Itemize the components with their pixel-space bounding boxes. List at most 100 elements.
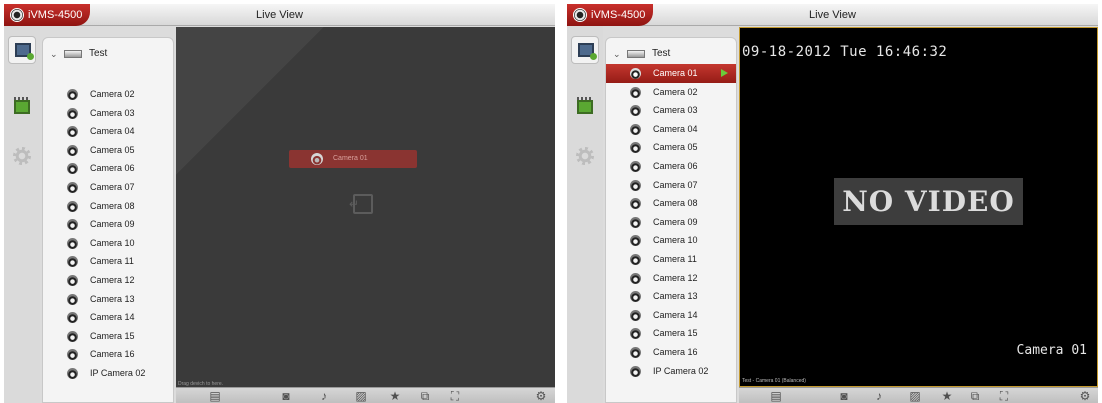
talk-icon[interactable]: ♪ (870, 388, 888, 403)
camera-row[interactable]: Camera 02 (43, 85, 173, 104)
video-window[interactable]: 09-18-2012 Tue 16:46:32 NO VIDEO Camera … (739, 27, 1098, 387)
title-bar: Live View iVMS-4500 (4, 4, 555, 26)
camera-label: Camera 04 (90, 126, 135, 137)
camera-row[interactable]: Camera 14 (606, 306, 736, 325)
camera-label: Camera 03 (90, 107, 135, 118)
camera-label: IP Camera 02 (90, 367, 146, 378)
live-view-nav-button[interactable] (8, 36, 36, 64)
camera-row[interactable]: Camera 05 (606, 138, 736, 157)
camera-row[interactable]: Camera 10 (43, 234, 173, 253)
camera-row[interactable]: Camera 11 (606, 250, 736, 269)
app-tab[interactable]: iVMS-4500 (4, 4, 90, 26)
camera-row[interactable]: Camera 09 (606, 213, 736, 232)
record-icon[interactable]: ⧉ (966, 388, 984, 403)
camera-row[interactable]: Camera 03 (43, 104, 173, 123)
camera-row[interactable]: Camera 15 (606, 324, 736, 343)
fullscreen-icon[interactable]: ⛶ (995, 388, 1013, 403)
bottom-toolbar: ▤ ◙ ♪ ▨ ★ ⧉ ⛶ ⚙ (176, 387, 555, 403)
camera-row[interactable]: Camera 13 (606, 287, 736, 306)
camera-icon (67, 126, 78, 138)
settings-nav-button[interactable] (8, 142, 36, 170)
camera-icon (630, 235, 641, 247)
camera-label: Camera 11 (653, 253, 697, 264)
settings-icon[interactable]: ⚙ (1076, 388, 1094, 403)
camera-icon (630, 142, 641, 154)
camera-label: Camera 14 (90, 312, 135, 323)
camera-icon (67, 274, 78, 286)
camera-icon (630, 272, 641, 284)
camera-row[interactable]: Camera 09 (43, 215, 173, 234)
camera-row[interactable]: IP Camera 02 (43, 364, 173, 383)
camera-row[interactable]: Camera 03 (606, 101, 736, 120)
gear-icon (13, 147, 31, 165)
chevron-down-icon[interactable]: ⌄ (613, 44, 621, 64)
camera-icon (67, 107, 78, 119)
camera-label: Camera 13 (653, 291, 698, 302)
playback-nav-button[interactable] (8, 94, 36, 122)
camera-row[interactable]: Camera 12 (606, 269, 736, 288)
fullscreen-icon[interactable]: ⛶ (446, 388, 464, 403)
camera-row[interactable]: IP Camera 02 (606, 362, 736, 381)
chevron-down-icon[interactable]: ⌄ (50, 44, 58, 64)
ptz-icon[interactable]: ▨ (352, 388, 370, 403)
layout-icon[interactable]: ▤ (767, 388, 785, 403)
camera-row[interactable]: Camera 05 (43, 141, 173, 160)
camera-row[interactable]: Camera 16 (606, 343, 736, 362)
dragged-camera-tile[interactable]: Camera 01 (289, 150, 417, 168)
camera-icon (630, 253, 641, 265)
app-name: iVMS-4500 (591, 9, 646, 21)
camera-list: Camera 02 Camera 03 Camera 04 Camera 05 Came… (606, 83, 736, 381)
camera-row[interactable]: Camera 13 (43, 290, 173, 309)
device-name: Test (652, 48, 671, 59)
app-tab[interactable]: iVMS-4500 (567, 4, 653, 26)
camera-label: Camera 08 (90, 200, 135, 211)
camera-label: Camera 04 (653, 123, 698, 134)
settings-nav-button[interactable] (571, 142, 599, 170)
drop-target-icon (349, 194, 373, 214)
camera-row[interactable]: Camera 08 (606, 194, 736, 213)
device-row-test[interactable]: ⌄ Test (606, 44, 736, 64)
camera-row[interactable]: Camera 12 (43, 271, 173, 290)
camera-row[interactable]: Camera 08 (43, 197, 173, 216)
camera-row[interactable]: Camera 04 (43, 122, 173, 141)
favorite-icon[interactable]: ★ (938, 388, 956, 403)
camera-row[interactable]: Camera 06 (606, 157, 736, 176)
camera-row[interactable]: Camera 07 (43, 178, 173, 197)
camera-row[interactable]: Camera 10 (606, 231, 736, 250)
dvr-icon (627, 50, 645, 58)
device-name: Test (89, 48, 108, 59)
camera-row[interactable]: Camera 14 (43, 308, 173, 327)
camera-row[interactable]: Camera 06 (43, 159, 173, 178)
camera-label: Camera 06 (90, 163, 135, 174)
camera-row[interactable]: Camera 11 (43, 252, 173, 271)
camera-icon (311, 153, 323, 165)
ptz-icon[interactable]: ▨ (906, 388, 924, 403)
camera-label: Camera 07 (653, 179, 698, 190)
camera-row[interactable]: Camera 02 (606, 83, 736, 102)
layout-icon[interactable]: ▤ (206, 388, 224, 403)
camera-icon (630, 309, 641, 321)
device-row-test[interactable]: ⌄ Test (43, 44, 173, 64)
camera-row[interactable]: Camera 04 (606, 120, 736, 139)
favorite-icon[interactable]: ★ (386, 388, 404, 403)
dvr-icon (64, 50, 82, 58)
snapshot-icon[interactable]: ◙ (835, 388, 853, 403)
camera-icon (67, 256, 78, 268)
record-icon[interactable]: ⧉ (416, 388, 434, 403)
playback-nav-button[interactable] (571, 94, 599, 122)
camera-row-selected[interactable]: Camera 01 (606, 64, 736, 83)
talk-icon[interactable]: ♪ (315, 388, 333, 403)
live-view-nav-button[interactable] (571, 36, 599, 64)
camera-row[interactable]: Camera 07 (606, 176, 736, 195)
osd-camera-name: Camera 01 (1016, 343, 1087, 358)
camera-icon (630, 328, 641, 340)
gear-icon (576, 147, 594, 165)
snapshot-icon[interactable]: ◙ (277, 388, 295, 403)
settings-icon[interactable]: ⚙ (532, 388, 550, 403)
camera-row[interactable]: Camera 15 (43, 327, 173, 346)
no-video-overlay: NO VIDEO (834, 178, 1023, 225)
camera-row[interactable]: Camera 16 (43, 345, 173, 364)
video-window[interactable]: Camera 01 Drag devich to here. (176, 27, 555, 387)
device-list: ⌄ Test Camera 01 Camera 02 Camera 03 Camer… (605, 37, 737, 403)
camera-label: Camera 16 (90, 349, 135, 360)
